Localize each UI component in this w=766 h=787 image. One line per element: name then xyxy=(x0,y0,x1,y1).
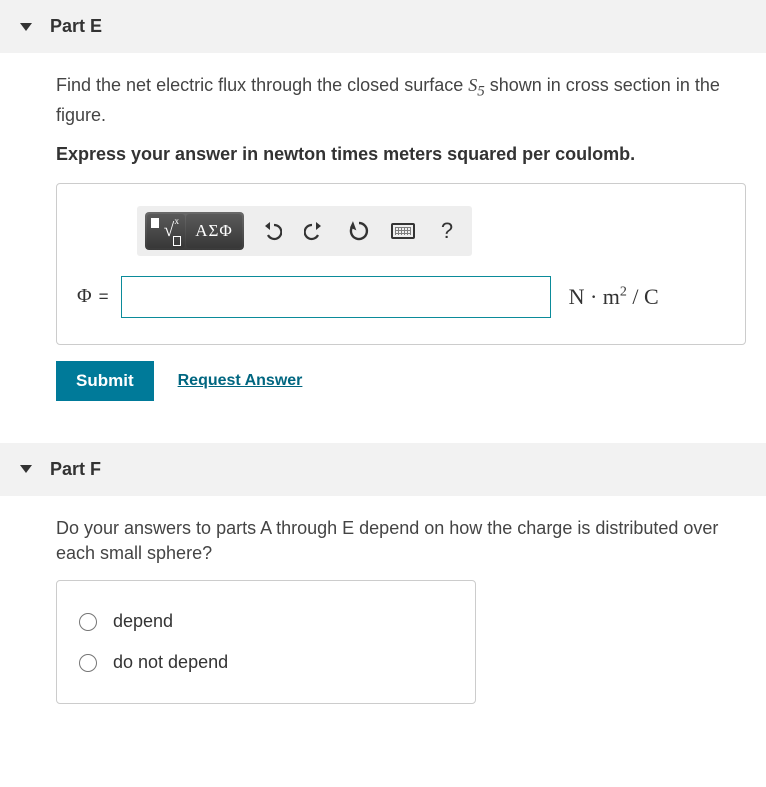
keyboard-button[interactable] xyxy=(386,214,420,248)
question-var: S xyxy=(468,75,477,95)
undo-button[interactable] xyxy=(254,214,288,248)
part-e-title: Part E xyxy=(50,16,102,37)
part-f-body: Do your answers to parts A through E dep… xyxy=(0,496,766,728)
keyboard-icon xyxy=(391,223,415,239)
equation-toolbar: x √ ΑΣΦ ? xyxy=(137,206,472,256)
greek-button[interactable]: ΑΣΦ xyxy=(186,214,242,248)
reset-icon xyxy=(348,220,370,242)
caret-down-icon xyxy=(20,23,32,31)
radio-do-not-depend[interactable] xyxy=(79,654,97,672)
part-f-header[interactable]: Part F xyxy=(0,443,766,496)
part-f-question: Do your answers to parts A through E dep… xyxy=(56,516,746,566)
radio-option-depend[interactable]: depend xyxy=(79,601,453,642)
answer-input-row: Φ = N · m2 / C xyxy=(77,276,725,318)
part-e-body: Find the net electric flux through the c… xyxy=(0,53,766,425)
phi-label: Φ = xyxy=(77,285,109,308)
unit-label: N · m2 / C xyxy=(569,284,659,310)
question-sub: 5 xyxy=(477,84,485,100)
toolbar-group-math: x √ ΑΣΦ xyxy=(145,212,244,250)
flux-input[interactable] xyxy=(121,276,551,318)
answer-panel: x √ ΑΣΦ ? Φ = xyxy=(56,183,746,345)
equals-symbol: = xyxy=(99,287,109,306)
radio-label: depend xyxy=(113,611,173,632)
radio-panel: depend do not depend xyxy=(56,580,476,704)
submit-button[interactable]: Submit xyxy=(56,361,154,401)
radio-option-do-not-depend[interactable]: do not depend xyxy=(79,642,453,683)
phi-symbol: Φ xyxy=(77,285,92,307)
part-e-header[interactable]: Part E xyxy=(0,0,766,53)
part-e-instruction: Express your answer in newton times mete… xyxy=(56,142,746,167)
radio-label: do not depend xyxy=(113,652,228,673)
help-button[interactable]: ? xyxy=(430,214,464,248)
action-row: Submit Request Answer xyxy=(56,361,746,401)
undo-icon xyxy=(260,221,282,241)
part-e-question: Find the net electric flux through the c… xyxy=(56,73,746,128)
redo-button[interactable] xyxy=(298,214,332,248)
question-prefix: Find the net electric flux through the c… xyxy=(56,75,468,95)
caret-down-icon xyxy=(20,465,32,473)
reset-button[interactable] xyxy=(342,214,376,248)
part-f-title: Part F xyxy=(50,459,101,480)
radio-depend[interactable] xyxy=(79,613,97,631)
request-answer-link[interactable]: Request Answer xyxy=(178,372,303,390)
templates-button[interactable]: x √ xyxy=(147,214,185,248)
redo-icon xyxy=(304,221,326,241)
